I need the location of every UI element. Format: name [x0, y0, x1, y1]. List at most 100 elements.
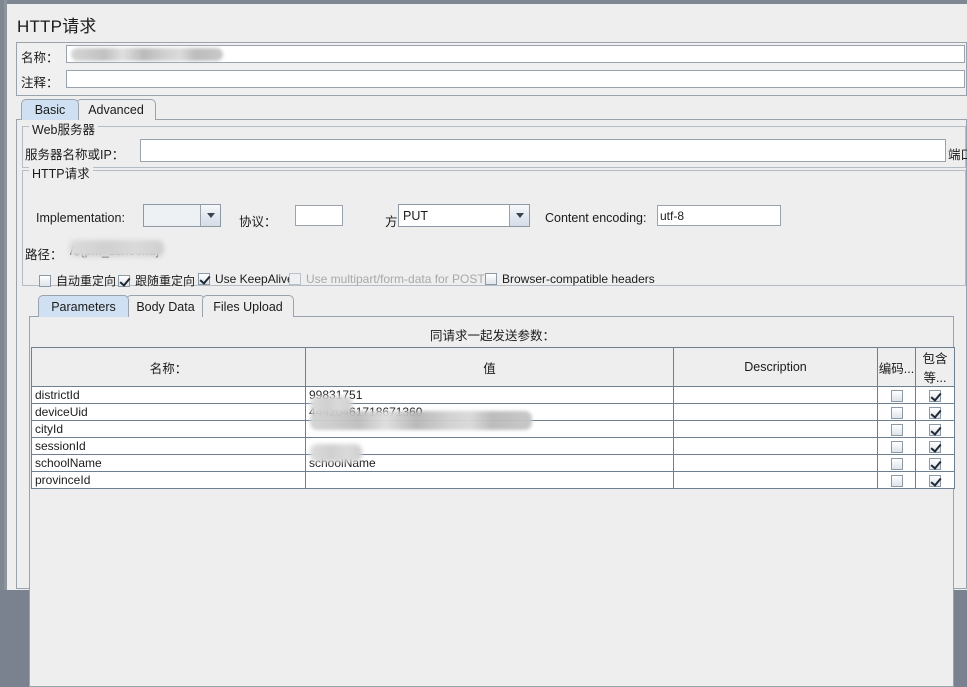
cell-value[interactable] [305, 471, 674, 489]
cell-description[interactable] [673, 471, 878, 489]
chevron-down-icon[interactable] [200, 205, 220, 226]
col-description[interactable]: Description [673, 347, 878, 387]
cell-encode[interactable] [877, 403, 916, 421]
table-row[interactable]: provinceId [31, 471, 955, 489]
method-combo[interactable]: PUT [398, 204, 530, 227]
tab-basic[interactable]: Basic [21, 99, 79, 120]
tab-parameters[interactable]: Parameters [38, 295, 129, 317]
basic-tab-content: Web服务器 服务器名称或IP： 端口 HTTP请求 Implementatio… [16, 119, 967, 687]
checkbox-auto-redirect[interactable]: 自动重定向 [39, 272, 116, 289]
cell-encode[interactable] [877, 454, 916, 472]
path-label: 路径： [25, 248, 63, 262]
cell-description[interactable] [673, 403, 878, 421]
cell-name[interactable]: deviceUid [31, 403, 306, 421]
parameters-panel: 同请求一起发送参数： 名称： 值 Description 编码... 包含等..… [29, 316, 955, 687]
checkbox-use-keepalive[interactable]: Use KeepAlive [198, 272, 294, 286]
server-name-label: 服务器名称或IP： [25, 148, 125, 162]
cell-encode[interactable] [877, 471, 916, 489]
tab-parameters-label: Parameters [51, 299, 116, 314]
tab-body-data-label: Body Data [136, 299, 195, 314]
checkbox-icon[interactable] [890, 474, 903, 487]
web-server-group-title: Web服务器 [29, 119, 98, 138]
col-value[interactable]: 值 [305, 347, 674, 387]
path-value[interactable]: /${pm_schoolId} [70, 244, 160, 258]
cell-include[interactable] [915, 420, 955, 438]
cell-name[interactable]: schoolName [31, 454, 306, 472]
checkbox-icon[interactable] [929, 440, 941, 453]
protocol-label: 协议： [239, 215, 277, 229]
checkbox-icon[interactable] [39, 274, 51, 287]
checkbox-follow-redirect[interactable]: 跟随重定向 [118, 272, 195, 289]
implementation-value [144, 205, 200, 226]
checkbox-icon[interactable] [198, 273, 210, 285]
col-include[interactable]: 包含等... [915, 347, 955, 387]
cell-include[interactable] [915, 471, 955, 489]
checkbox-icon[interactable] [890, 389, 903, 402]
content-encoding-input[interactable] [657, 205, 781, 226]
table-header-row: 名称： 值 Description 编码... 包含等... [31, 347, 955, 387]
page-title: HTTP请求 [17, 17, 97, 36]
cell-name[interactable]: districtId [31, 386, 306, 404]
checkbox-use-keepalive-label: Use KeepAlive [215, 272, 294, 286]
tab-files-upload-label: Files Upload [213, 299, 283, 314]
col-name[interactable]: 名称： [31, 347, 306, 387]
protocol-input[interactable] [295, 205, 343, 226]
parameters-table: 名称： 值 Description 编码... 包含等... districtI… [31, 347, 955, 489]
checkbox-browser-compatible-headers[interactable]: Browser-compatible headers [485, 272, 655, 286]
checkbox-icon[interactable] [929, 457, 941, 470]
table-row[interactable]: schoolName schoolName [31, 454, 955, 472]
jmeter-http-request-window: HTTP请求 名称： 注释： Basic Advanced Web服务器 服务器… [0, 0, 967, 687]
cell-description[interactable] [673, 420, 878, 438]
cell-value[interactable]: schoolName [305, 454, 674, 472]
checkbox-icon[interactable] [929, 474, 941, 487]
parameters-tabbar: Parameters Body Data Files Upload [29, 295, 954, 317]
cell-value[interactable]: 99831751 [305, 386, 674, 404]
checkbox-use-multipart-label: Use multipart/form-data for POST [306, 272, 485, 286]
cell-name[interactable]: provinceId [31, 471, 306, 489]
checkbox-icon[interactable] [890, 440, 903, 453]
cell-include[interactable] [915, 386, 955, 404]
tab-advanced[interactable]: Advanced [76, 99, 156, 120]
name-input[interactable] [66, 45, 965, 63]
cell-encode[interactable] [877, 437, 916, 455]
http-request-group [22, 170, 966, 286]
cell-value[interactable] [305, 420, 674, 438]
http-request-group-title: HTTP请求 [29, 163, 93, 182]
cell-encode[interactable] [877, 420, 916, 438]
table-row[interactable]: cityId [31, 420, 955, 438]
checkbox-icon [289, 273, 301, 285]
tab-advanced-label: Advanced [88, 103, 144, 117]
cell-name[interactable]: sessionId [31, 437, 306, 455]
cell-encode[interactable] [877, 386, 916, 404]
cell-description[interactable] [673, 454, 878, 472]
comment-input[interactable] [66, 70, 965, 88]
cell-include[interactable] [915, 403, 955, 421]
col-encode[interactable]: 编码... [877, 347, 916, 387]
cell-value[interactable]: 44420461718671360 [305, 403, 674, 421]
cell-include[interactable] [915, 454, 955, 472]
cell-description[interactable] [673, 386, 878, 404]
cell-value[interactable] [305, 437, 674, 455]
table-row[interactable]: districtId 99831751 [31, 386, 955, 404]
checkbox-use-multipart: Use multipart/form-data for POST [289, 272, 485, 286]
server-name-input[interactable] [140, 139, 946, 162]
checkbox-icon[interactable] [890, 423, 903, 436]
table-row[interactable]: sessionId [31, 437, 955, 455]
cell-name[interactable]: cityId [31, 420, 306, 438]
checkbox-icon[interactable] [485, 273, 497, 285]
comment-label: 注释： [21, 76, 59, 90]
checkbox-icon[interactable] [890, 406, 903, 419]
checkbox-icon[interactable] [929, 423, 941, 436]
port-label: 端口 [948, 148, 967, 162]
chevron-down-icon[interactable] [509, 205, 529, 226]
cell-description[interactable] [673, 437, 878, 455]
implementation-combo[interactable] [143, 204, 221, 227]
cell-include[interactable] [915, 437, 955, 455]
table-row[interactable]: deviceUid 44420461718671360 [31, 403, 955, 421]
checkbox-icon[interactable] [890, 457, 903, 470]
tab-files-upload[interactable]: Files Upload [202, 295, 294, 317]
tab-body-data[interactable]: Body Data [126, 295, 205, 317]
checkbox-icon[interactable] [118, 274, 130, 287]
checkbox-icon[interactable] [929, 406, 941, 419]
checkbox-icon[interactable] [929, 389, 941, 402]
